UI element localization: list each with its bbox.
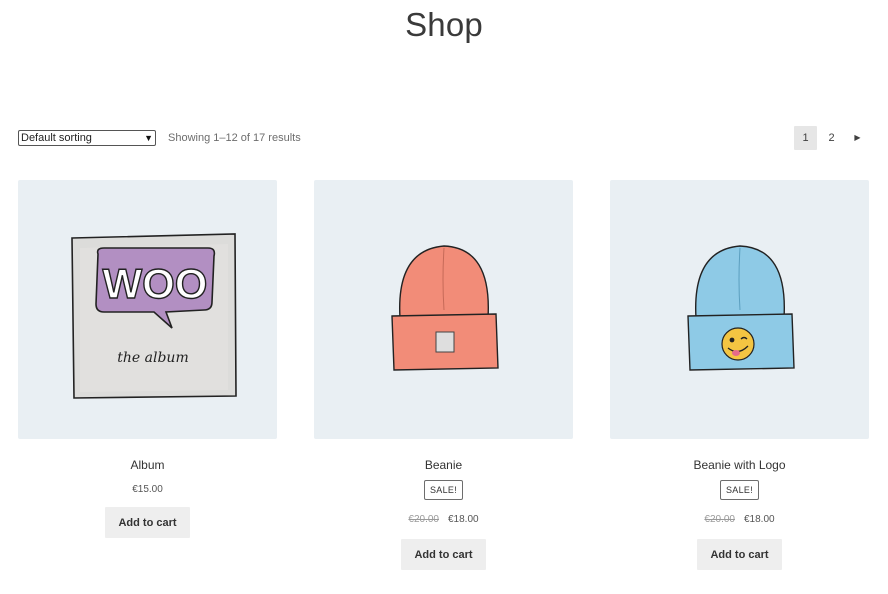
blue-beanie-icon xyxy=(686,244,795,371)
woo-album-cover-icon: WOO the album xyxy=(70,232,237,399)
product-image-beanie[interactable] xyxy=(314,180,573,439)
result-count: Showing 1–12 of 17 results xyxy=(168,131,301,144)
product-price: €20.00 €18.00 xyxy=(408,514,478,525)
orange-beanie-icon xyxy=(390,244,499,371)
sale-badge: SALE! xyxy=(423,480,463,500)
product-title[interactable]: Beanie xyxy=(425,458,462,472)
product-title[interactable]: Album xyxy=(130,458,164,472)
sale-badge: SALE! xyxy=(719,480,759,500)
album-caption-text: the album xyxy=(117,350,188,366)
sort-select-value: Default sorting xyxy=(21,131,92,144)
triangle-right-icon: ▶ xyxy=(854,133,861,142)
product-card-beanie: Beanie SALE! €20.00 €18.00 Add to cart xyxy=(314,180,573,570)
old-price: €20.00 xyxy=(408,514,439,525)
old-price: €20.00 xyxy=(704,514,735,525)
album-logo-text: WOO xyxy=(102,260,207,307)
chevron-down-icon: ▼ xyxy=(144,132,153,143)
product-price: €20.00 €18.00 xyxy=(704,514,774,525)
shop-page: Shop Default sorting ▼ Showing 1–12 of 1… xyxy=(0,0,888,594)
page-title: Shop xyxy=(405,6,483,43)
sale-price: €18.00 xyxy=(448,514,479,525)
product-price: €15.00 xyxy=(132,484,163,495)
product-card-album: WOO the album Album €15.00 Add to cart xyxy=(18,180,277,538)
product-image-album[interactable]: WOO the album xyxy=(18,180,277,439)
next-page-button[interactable]: ▶ xyxy=(846,125,869,150)
pagination: 1 2 ▶ xyxy=(794,125,869,150)
add-to-cart-button[interactable]: Add to cart xyxy=(105,507,190,538)
page-2-button[interactable]: 2 xyxy=(820,125,843,150)
sale-price: €18.00 xyxy=(744,514,775,525)
add-to-cart-button[interactable]: Add to cart xyxy=(401,539,486,570)
product-title[interactable]: Beanie with Logo xyxy=(693,458,785,472)
shop-toolbar: Default sorting ▼ Showing 1–12 of 17 res… xyxy=(18,125,869,150)
product-card-beanie-with-logo: Beanie with Logo SALE! €20.00 €18.00 Add… xyxy=(610,180,869,570)
page-1-button[interactable]: 1 xyxy=(794,125,817,150)
product-image-beanie-with-logo[interactable] xyxy=(610,180,869,439)
add-to-cart-button[interactable]: Add to cart xyxy=(697,539,782,570)
sort-select[interactable]: Default sorting ▼ xyxy=(18,129,156,146)
